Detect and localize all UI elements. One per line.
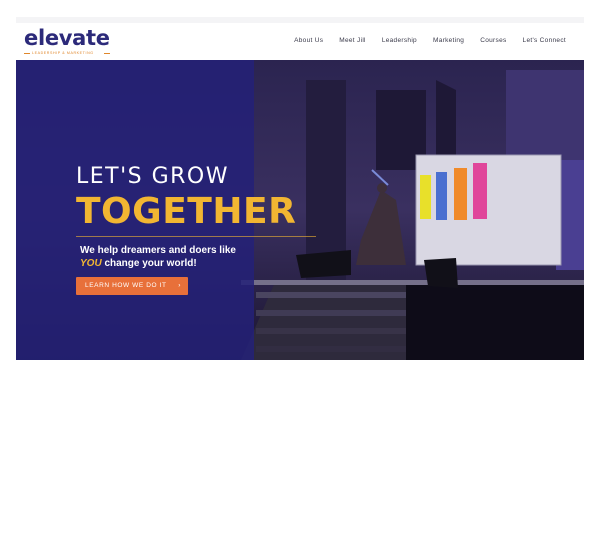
hero-headline-line2: TOGETHER [76,191,297,232]
logo-tagline: LEADERSHIP & MARKETING [32,51,94,55]
main-nav: About Us Meet Jill Leadership Marketing … [294,37,566,44]
site-header: elevate LEADERSHIP & MARKETING About Us … [16,23,584,60]
nav-courses[interactable]: Courses [480,37,506,44]
nav-lets-connect[interactable]: Let's Connect [523,37,566,44]
headline-divider [76,236,316,237]
hero-headline-line1: LET'S GROW [76,164,230,189]
nav-meet-jill[interactable]: Meet Jill [339,37,366,44]
hero-sub-highlight: YOU [80,258,102,269]
hero-subheading: We help dreamers and doers like YOU chan… [80,244,236,270]
nav-marketing[interactable]: Marketing [433,37,464,44]
chevron-right-icon: › [178,282,181,289]
hero-banner: LET'S GROW TOGETHER We help dreamers and… [16,60,584,360]
learn-how-button[interactable]: LEARN HOW WE DO IT › [76,277,188,295]
nav-about-us[interactable]: About Us [294,37,323,44]
logo-rule-right [104,53,110,54]
nav-leadership[interactable]: Leadership [382,37,417,44]
logo[interactable]: elevate LEADERSHIP & MARKETING [24,26,134,58]
hero-sub-line1: We help dreamers and doers like [80,245,236,256]
hero-sub-line2: change your world! [101,258,197,269]
learn-how-label: LEARN HOW WE DO IT [85,282,167,289]
logo-wordmark: elevate [24,26,110,50]
logo-rule-left [24,53,30,54]
